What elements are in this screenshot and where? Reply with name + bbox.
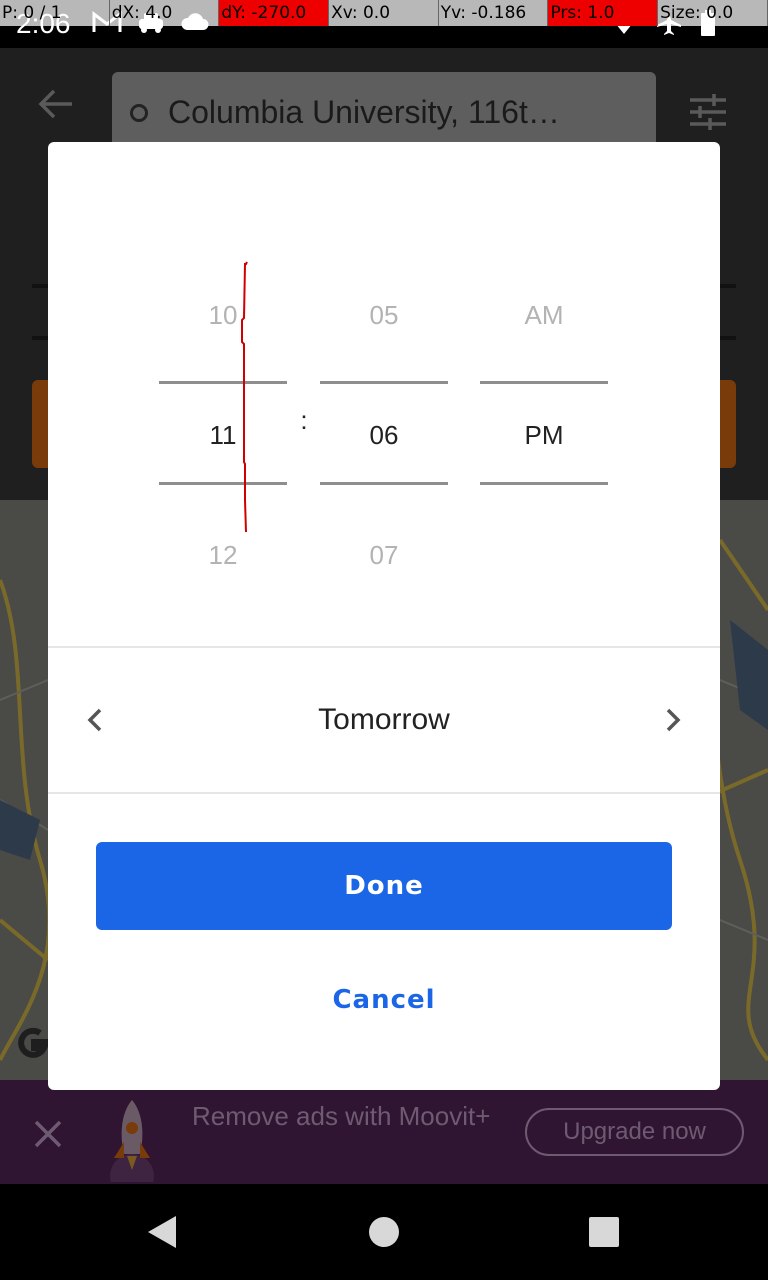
back-arrow-icon[interactable] xyxy=(38,88,74,120)
ad-banner: Remove ads with Moovit+ Upgrade now xyxy=(0,1080,768,1184)
navigation-bar xyxy=(0,1184,768,1280)
minute-wheel[interactable]: 05 06 07 xyxy=(320,262,448,570)
hour-next[interactable]: 12 xyxy=(159,525,287,585)
debug-yv: Yv: -0.186 xyxy=(438,0,549,26)
day-selector: Tomorrow xyxy=(48,648,720,792)
minute-bottom-line xyxy=(320,482,448,485)
minute-selected[interactable]: 06 xyxy=(320,405,448,465)
debug-dx: dX: 4.0 xyxy=(109,0,220,26)
done-button[interactable]: Done xyxy=(96,842,672,930)
period-prev[interactable]: AM xyxy=(480,285,608,345)
hour-top-line xyxy=(159,381,287,384)
rocket-icon xyxy=(110,1100,154,1182)
ad-text: Remove ads with Moovit+ xyxy=(192,1101,491,1131)
minute-next[interactable]: 07 xyxy=(320,525,448,585)
origin-search-value: Columbia University, 116t… xyxy=(168,94,560,130)
hour-prev[interactable]: 10 xyxy=(159,285,287,345)
time-picker: 10 11 12 : 05 06 07 AM PM xyxy=(48,142,720,646)
debug-size: Size: 0.0 xyxy=(658,0,768,26)
origin-dot-icon xyxy=(130,104,148,122)
home-nav-icon[interactable] xyxy=(364,1212,404,1252)
debug-pressure: Prs: 1.0 xyxy=(548,0,659,26)
upgrade-now-button[interactable]: Upgrade now xyxy=(525,1108,744,1156)
chevron-right-icon[interactable] xyxy=(656,704,688,736)
hour-wheel[interactable]: 10 11 12 xyxy=(159,262,287,570)
origin-search-field[interactable]: Columbia University, 116t… xyxy=(112,72,656,152)
filter-sliders-icon[interactable] xyxy=(690,94,726,130)
touch-trace-line xyxy=(241,261,248,533)
close-ad-icon[interactable] xyxy=(30,1116,66,1152)
period-selected[interactable]: PM xyxy=(480,405,608,465)
time-picker-dialog: 10 11 12 : 05 06 07 AM PM Tomorrow Done … xyxy=(48,142,720,1090)
period-bottom-line xyxy=(480,482,608,485)
divider-bottom xyxy=(48,792,720,794)
period-wheel[interactable]: AM PM xyxy=(480,262,608,562)
cancel-button[interactable]: Cancel xyxy=(284,962,484,1038)
time-separator: : xyxy=(300,405,308,435)
debug-dy: dY: -270.0 xyxy=(219,0,330,26)
minute-prev[interactable]: 05 xyxy=(320,285,448,345)
hour-bottom-line xyxy=(159,482,287,485)
back-nav-icon[interactable] xyxy=(142,1212,182,1252)
period-top-line xyxy=(480,381,608,384)
minute-top-line xyxy=(320,381,448,384)
pointer-debug-overlay: P: 0 / 1 dX: 4.0 dY: -270.0 Xv: 0.0 Yv: … xyxy=(0,0,768,26)
debug-pointer: P: 0 / 1 xyxy=(0,0,110,26)
debug-xv: Xv: 0.0 xyxy=(329,0,439,26)
recents-nav-icon[interactable] xyxy=(584,1212,624,1252)
selected-day-label: Tomorrow xyxy=(318,703,450,736)
status-bar: 2:06 P: 0 / 1 dX: 4.0 dY: -270.0 Xv: 0.0… xyxy=(0,0,768,48)
hour-selected[interactable]: 11 xyxy=(159,405,287,465)
